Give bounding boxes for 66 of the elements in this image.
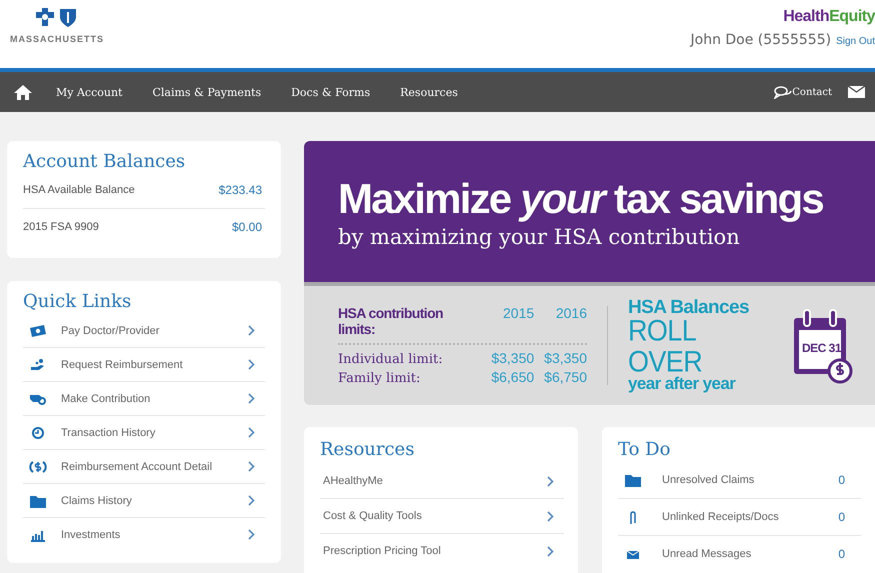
card-title: Resources xyxy=(320,439,416,460)
brand-logo: HealthEquity xyxy=(783,8,875,26)
mail-icon[interactable] xyxy=(848,86,865,98)
todo-count: 0 xyxy=(838,510,845,524)
user-name: John Doe (5555555) xyxy=(690,32,832,48)
quick-link[interactable]: Transaction History xyxy=(23,416,265,450)
quick-link[interactable]: Pay Doctor/Provider xyxy=(23,314,265,348)
balance-value: $233.43 xyxy=(218,183,262,197)
todo-count: 0 xyxy=(838,473,845,487)
card-title: Quick Links xyxy=(23,291,132,312)
chevron-icon xyxy=(248,495,255,506)
quick-link[interactable]: Make Contribution xyxy=(23,382,265,416)
calendar-date: DEC 31 xyxy=(802,340,842,354)
limit-label: Individual limit: xyxy=(338,352,444,367)
chevron-icon xyxy=(248,427,255,438)
chevron-icon xyxy=(248,359,255,370)
balance-label: HSA Available Balance xyxy=(23,184,135,196)
quick-link[interactable]: Request Reimbursement xyxy=(23,348,265,382)
money-icon xyxy=(30,324,46,336)
todo-label[interactable]: Unresolved Claims xyxy=(662,474,838,486)
balance-value: $0.00 xyxy=(232,220,262,234)
logo-text: MASSACHUSETTS xyxy=(10,34,104,44)
limit-value: $6,650 xyxy=(491,369,534,385)
year-label: 2015 xyxy=(502,305,534,321)
resource-link[interactable]: Prescription Pricing Tool xyxy=(320,534,564,568)
chevron-icon xyxy=(547,476,554,486)
card-title: To Do xyxy=(618,439,672,460)
limit-value: $3,350 xyxy=(491,350,534,366)
quick-link[interactable]: Claims History xyxy=(23,484,265,518)
envelope-icon xyxy=(626,550,640,559)
banner-headline: Maximize your tax savings xyxy=(338,174,824,222)
todo-label[interactable]: Unlinked Receipts/Docs xyxy=(662,511,838,523)
chevron-icon xyxy=(248,461,255,472)
chevron-icon xyxy=(547,510,554,522)
year-label: 2016 xyxy=(554,305,587,321)
chevron-icon xyxy=(248,393,255,404)
paperclip-icon xyxy=(630,511,636,524)
limits-title: HSA contribution limits: xyxy=(338,305,444,337)
card-title: Account Balances xyxy=(23,151,186,172)
nav-item[interactable]: Docs & Forms xyxy=(291,86,370,98)
chart-icon xyxy=(30,530,46,542)
resource-link[interactable]: Cost & Quality Tools xyxy=(320,499,564,534)
home-icon[interactable] xyxy=(14,84,32,100)
dollar-cycle-icon xyxy=(29,460,47,472)
todo-label[interactable]: Unread Messages xyxy=(662,548,838,560)
quick-link[interactable]: Investments xyxy=(23,518,265,551)
calendar-icon xyxy=(791,308,855,384)
chevron-icon xyxy=(248,325,255,336)
banner-subline: by maximizing your HSA contribution xyxy=(338,224,741,248)
balance-label: 2015 FSA 9909 xyxy=(23,221,99,233)
limit-value: $6,750 xyxy=(544,369,587,385)
limit-value: $3,350 xyxy=(544,350,587,366)
contact-link[interactable]: Contact xyxy=(792,86,832,98)
todo-count: 0 xyxy=(838,547,845,561)
quick-link[interactable]: Reimbursement Account Detail xyxy=(23,450,265,484)
folder-icon xyxy=(30,496,46,508)
nav-item[interactable]: Claims & Payments xyxy=(152,86,262,98)
folder-icon xyxy=(625,475,641,487)
nav-item[interactable]: My Account xyxy=(56,86,122,98)
clock-icon xyxy=(32,426,44,438)
resource-link[interactable]: AHealthyMe xyxy=(320,464,564,499)
chevron-icon xyxy=(248,529,255,540)
chevron-icon xyxy=(547,546,554,556)
sign-out-link[interactable]: Sign Out xyxy=(836,36,875,47)
limit-label: Family limit: xyxy=(338,371,422,386)
nav-item[interactable]: Resources xyxy=(400,86,458,98)
